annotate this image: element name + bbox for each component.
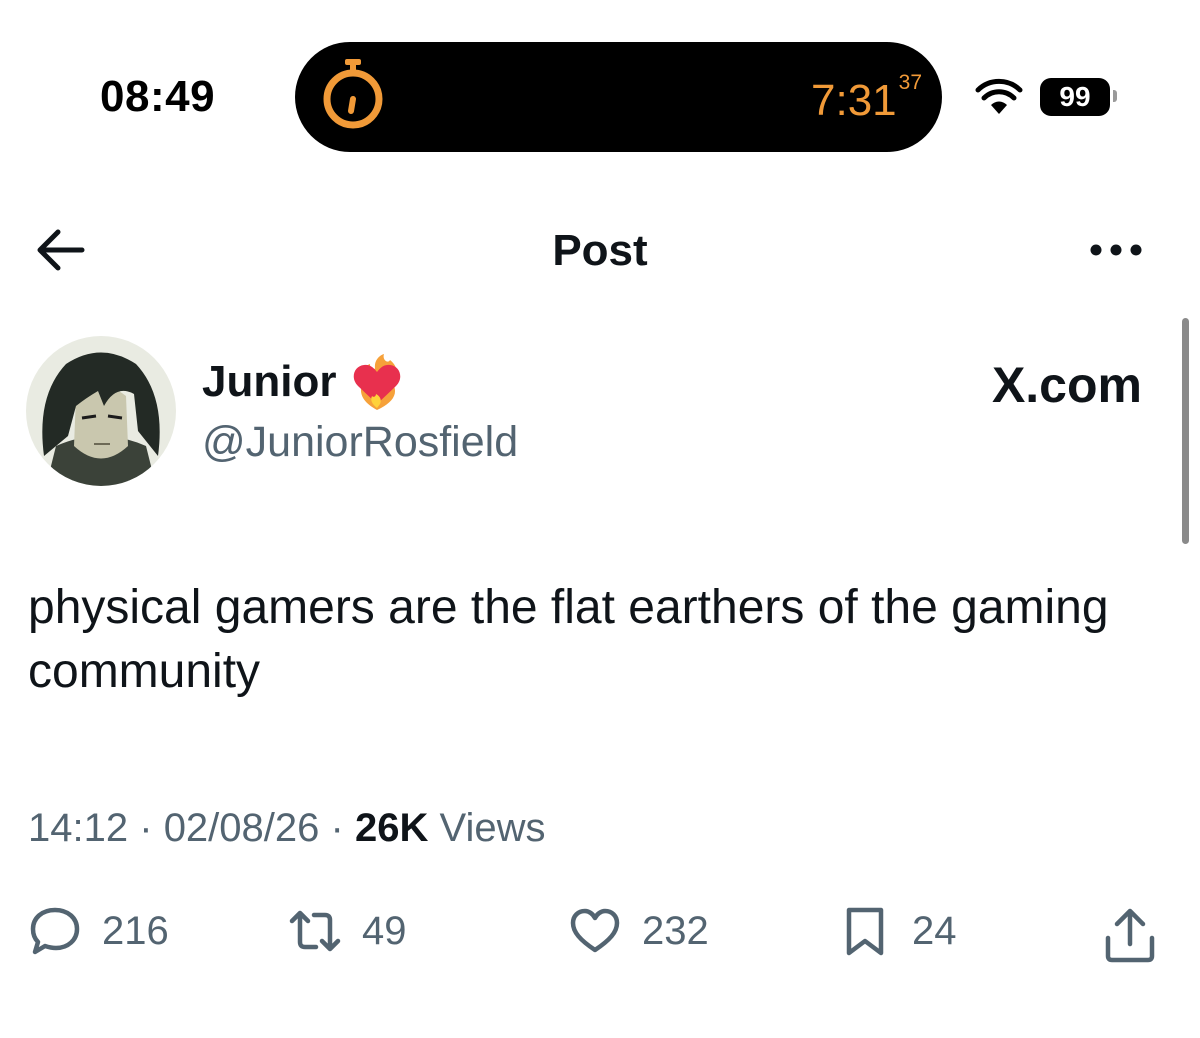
share-icon[interactable] bbox=[1100, 906, 1160, 966]
repost-button[interactable]: 49 bbox=[288, 904, 407, 958]
source-label: X.com bbox=[991, 357, 1142, 413]
bookmark-count: 24 bbox=[912, 908, 957, 953]
like-button[interactable]: 232 bbox=[568, 904, 709, 958]
post-date: 02/08/26 bbox=[163, 806, 320, 850]
views-count[interactable]: 26K bbox=[355, 806, 428, 850]
page-title: Post bbox=[552, 226, 648, 275]
author-handle[interactable]: @JuniorRosfield bbox=[202, 418, 518, 467]
post-meta: 14:12 · 02/08/26 · 26K Views bbox=[28, 806, 545, 851]
timer-main: 7:31 bbox=[811, 76, 897, 125]
heart-icon bbox=[570, 908, 620, 953]
heart-on-fire-icon bbox=[354, 354, 401, 410]
meta-separator: · bbox=[330, 806, 344, 850]
reply-icon bbox=[30, 907, 80, 955]
bookmark-button[interactable]: 24 bbox=[838, 904, 957, 958]
scrollbar[interactable] bbox=[1182, 318, 1189, 544]
repost-icon bbox=[289, 910, 341, 952]
reply-button[interactable]: 216 bbox=[28, 904, 169, 958]
dynamic-island[interactable]: 7:3137 bbox=[295, 42, 942, 152]
timer-readout: 7:3137 bbox=[811, 72, 922, 126]
timer-seconds: 37 bbox=[898, 71, 922, 94]
wifi-icon bbox=[975, 78, 1023, 114]
stopwatch-icon bbox=[323, 59, 383, 129]
reply-count: 216 bbox=[102, 908, 169, 953]
post-time: 14:12 bbox=[28, 806, 129, 850]
author-name[interactable]: Junior bbox=[202, 357, 336, 407]
battery-indicator: 99 bbox=[1040, 78, 1110, 116]
meta-separator: · bbox=[139, 806, 153, 850]
bookmark-icon bbox=[846, 907, 884, 956]
post-text: physical gamers are the flat earthers of… bbox=[28, 581, 1109, 698]
like-count: 232 bbox=[642, 908, 709, 953]
more-dots-icon[interactable] bbox=[1088, 236, 1144, 264]
status-bar-time: 08:49 bbox=[100, 72, 216, 121]
views-label: Views bbox=[439, 806, 546, 850]
battery-tip bbox=[1113, 90, 1117, 102]
avatar[interactable] bbox=[26, 336, 176, 486]
author-name-row: Junior bbox=[202, 352, 406, 412]
repost-count: 49 bbox=[362, 908, 407, 953]
